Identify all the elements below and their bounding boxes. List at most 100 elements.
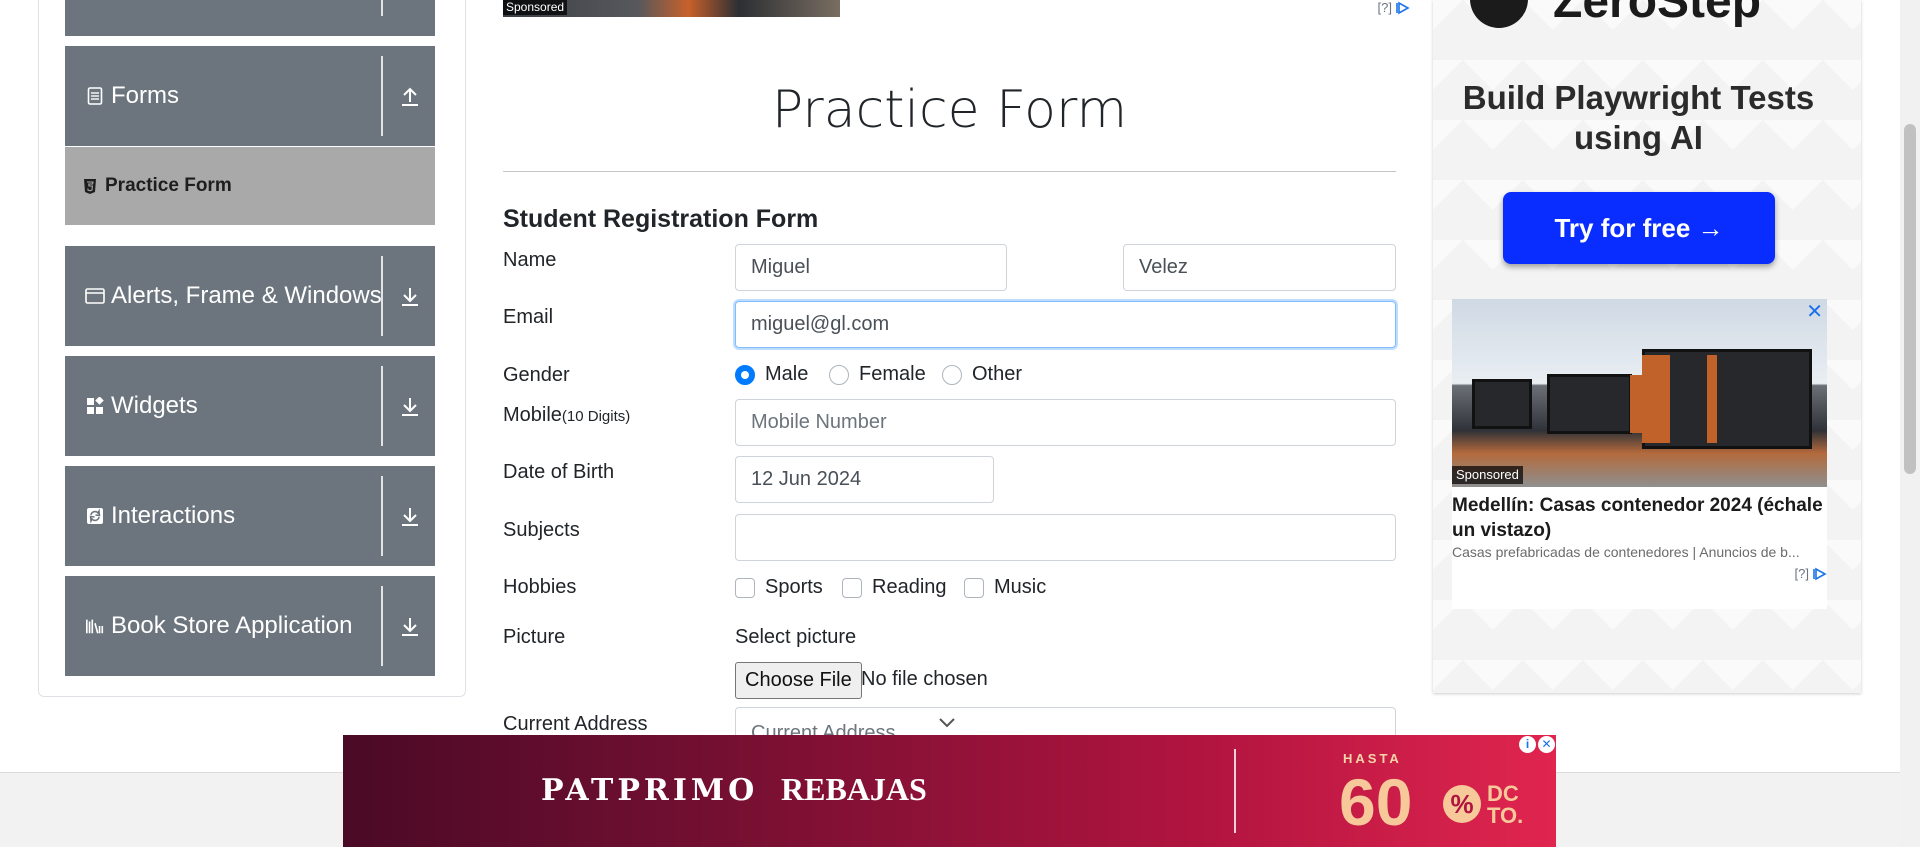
- radio-button[interactable]: [829, 364, 849, 385]
- banner-percent: 60: [1339, 765, 1413, 839]
- download-arrow-icon[interactable]: [395, 276, 425, 316]
- divider: [381, 586, 383, 666]
- sponsored-label: Sponsored: [503, 0, 568, 15]
- divider: [381, 476, 383, 556]
- dob-label: Date of Birth: [503, 461, 615, 483]
- window-icon: [85, 287, 105, 305]
- sidebar-item-label: Practice Form: [105, 175, 232, 196]
- email-label: Email: [503, 306, 554, 328]
- gender-option-label: Female: [859, 363, 926, 385]
- last-name-input[interactable]: [1123, 244, 1396, 291]
- sidebar-category-book-store[interactable]: Book Store Application: [65, 576, 435, 676]
- sidebar-category-label: Interactions: [111, 502, 236, 529]
- divider: [381, 366, 383, 446]
- scrollbar-thumb[interactable]: [1904, 124, 1916, 474]
- container-homes-photo[interactable]: [1452, 299, 1827, 487]
- books-icon: [85, 617, 105, 635]
- download-arrow-icon[interactable]: [395, 606, 425, 646]
- adchoices-icon: [1813, 567, 1827, 580]
- close-icon[interactable]: ✕: [1806, 299, 1823, 324]
- banner-hasta: HASTA: [1343, 751, 1402, 766]
- hobby-option-label: Reading: [872, 576, 947, 598]
- chevron-down-icon: [938, 716, 956, 734]
- checkbox[interactable]: [842, 577, 862, 598]
- gender-option-label: Male: [765, 363, 809, 385]
- file-status: No file chosen: [861, 668, 988, 690]
- download-arrow-icon[interactable]: [395, 496, 425, 536]
- sidebar-category-alerts[interactable]: Alerts, Frame & Windows: [65, 246, 435, 346]
- sidebar-category-label: Book Store Application: [111, 612, 353, 639]
- hobby-option-label: Music: [994, 576, 1047, 598]
- ad-info[interactable]: [?]: [1795, 566, 1827, 581]
- page: Forms Practice Form Alerts, Frame & Wind…: [0, 0, 1920, 847]
- gender-other-radio[interactable]: Other: [942, 363, 1022, 386]
- try-for-free-button[interactable]: Try for free →: [1503, 192, 1775, 264]
- date-of-birth-input[interactable]: [735, 456, 994, 503]
- gender-label: Gender: [503, 364, 570, 386]
- sidebar-item-practice-form[interactable]: Practice Form: [65, 147, 435, 225]
- first-name-input[interactable]: [735, 244, 1007, 291]
- mobile-label-text: Mobile: [503, 404, 562, 426]
- sidebar-category-previous[interactable]: [65, 0, 435, 36]
- widgets-icon: [85, 397, 105, 415]
- document-icon: [85, 87, 105, 105]
- sidebar-category-interactions[interactable]: Interactions: [65, 466, 435, 566]
- radio-button[interactable]: [942, 364, 962, 385]
- gender-option-label: Other: [972, 363, 1023, 385]
- ad-info-label: [?]: [1377, 0, 1392, 15]
- ad-brand-name: ZeroStep: [1553, 0, 1762, 28]
- ad-info[interactable]: [?]: [1378, 0, 1410, 15]
- form-heading: Student Registration Form: [503, 205, 819, 233]
- page-title: Practice Form: [771, 80, 1128, 140]
- sponsored-label: Sponsored: [1452, 466, 1523, 484]
- mobile-number-input[interactable]: [735, 399, 1396, 446]
- mobile-label: Mobile(10 Digits): [503, 404, 630, 427]
- info-icon[interactable]: i: [1519, 736, 1536, 753]
- banner-divider: [1234, 749, 1236, 833]
- sidebar-category-widgets[interactable]: Widgets: [65, 356, 435, 456]
- checkbox[interactable]: [964, 577, 984, 598]
- subjects-input[interactable]: [735, 514, 1396, 561]
- adchoices-icon: [1396, 1, 1410, 14]
- email-input[interactable]: [735, 301, 1396, 348]
- bottom-banner-ad[interactable]: PATPRIMO REBAJAS HASTA 60 % DC TO. i ✕: [343, 735, 1556, 847]
- ad-tagline: Build Playwright Tests using AI: [1462, 79, 1815, 156]
- ad-headline[interactable]: Medellín: Casas contenedor 2024 (échale …: [1452, 493, 1827, 543]
- hobbies-label: Hobbies: [503, 576, 577, 598]
- close-icon[interactable]: ✕: [1538, 736, 1555, 753]
- sidebar-category-label: Widgets: [111, 392, 198, 419]
- radio-button[interactable]: [735, 364, 755, 385]
- html5-icon: [83, 178, 97, 195]
- gender-male-radio[interactable]: Male: [735, 363, 808, 386]
- top-ad-strip[interactable]: Sponsored [?]: [503, 0, 1410, 18]
- current-address-label: Current Address: [503, 713, 648, 735]
- divider: [381, 256, 383, 336]
- mobile-hint: (10 Digits): [561, 408, 631, 425]
- choose-file-button[interactable]: Choose File: [735, 662, 862, 699]
- title-divider: [503, 171, 1396, 172]
- hobby-reading-checkbox[interactable]: Reading: [842, 576, 947, 599]
- gender-female-radio[interactable]: Female: [829, 363, 926, 386]
- upload-arrow-icon[interactable]: [395, 76, 425, 116]
- hobby-music-checkbox[interactable]: Music: [964, 576, 1046, 599]
- banner-dcto-line2: TO.: [1487, 803, 1524, 828]
- container-homes-ad[interactable]: Sponsored ✕ Medellín: Casas contenedor 2…: [1452, 299, 1827, 609]
- name-label: Name: [503, 249, 557, 271]
- select-picture-label: Select picture: [735, 626, 857, 648]
- sidebar-category-forms[interactable]: Forms: [65, 46, 435, 146]
- sidebar-category-label: Forms: [111, 82, 179, 109]
- sidebar-category-label: Alerts, Frame & Windows: [111, 282, 382, 309]
- ad-info-label: [?]: [1794, 566, 1809, 581]
- banner-promo: REBAJAS: [781, 771, 927, 807]
- checkbox[interactable]: [735, 577, 755, 598]
- divider: [381, 56, 383, 136]
- banner-brand: PATPRIMO: [541, 773, 759, 808]
- banner-ad-controls[interactable]: i ✕: [1519, 736, 1555, 753]
- picture-label: Picture: [503, 626, 566, 648]
- subjects-label: Subjects: [503, 519, 580, 541]
- ad-description[interactable]: Casas prefabricadas de contenedores | An…: [1452, 544, 1827, 560]
- hobby-sports-checkbox[interactable]: Sports: [735, 576, 823, 599]
- interactions-icon: [85, 507, 105, 525]
- download-arrow-icon[interactable]: [395, 386, 425, 426]
- hobby-option-label: Sports: [765, 576, 823, 598]
